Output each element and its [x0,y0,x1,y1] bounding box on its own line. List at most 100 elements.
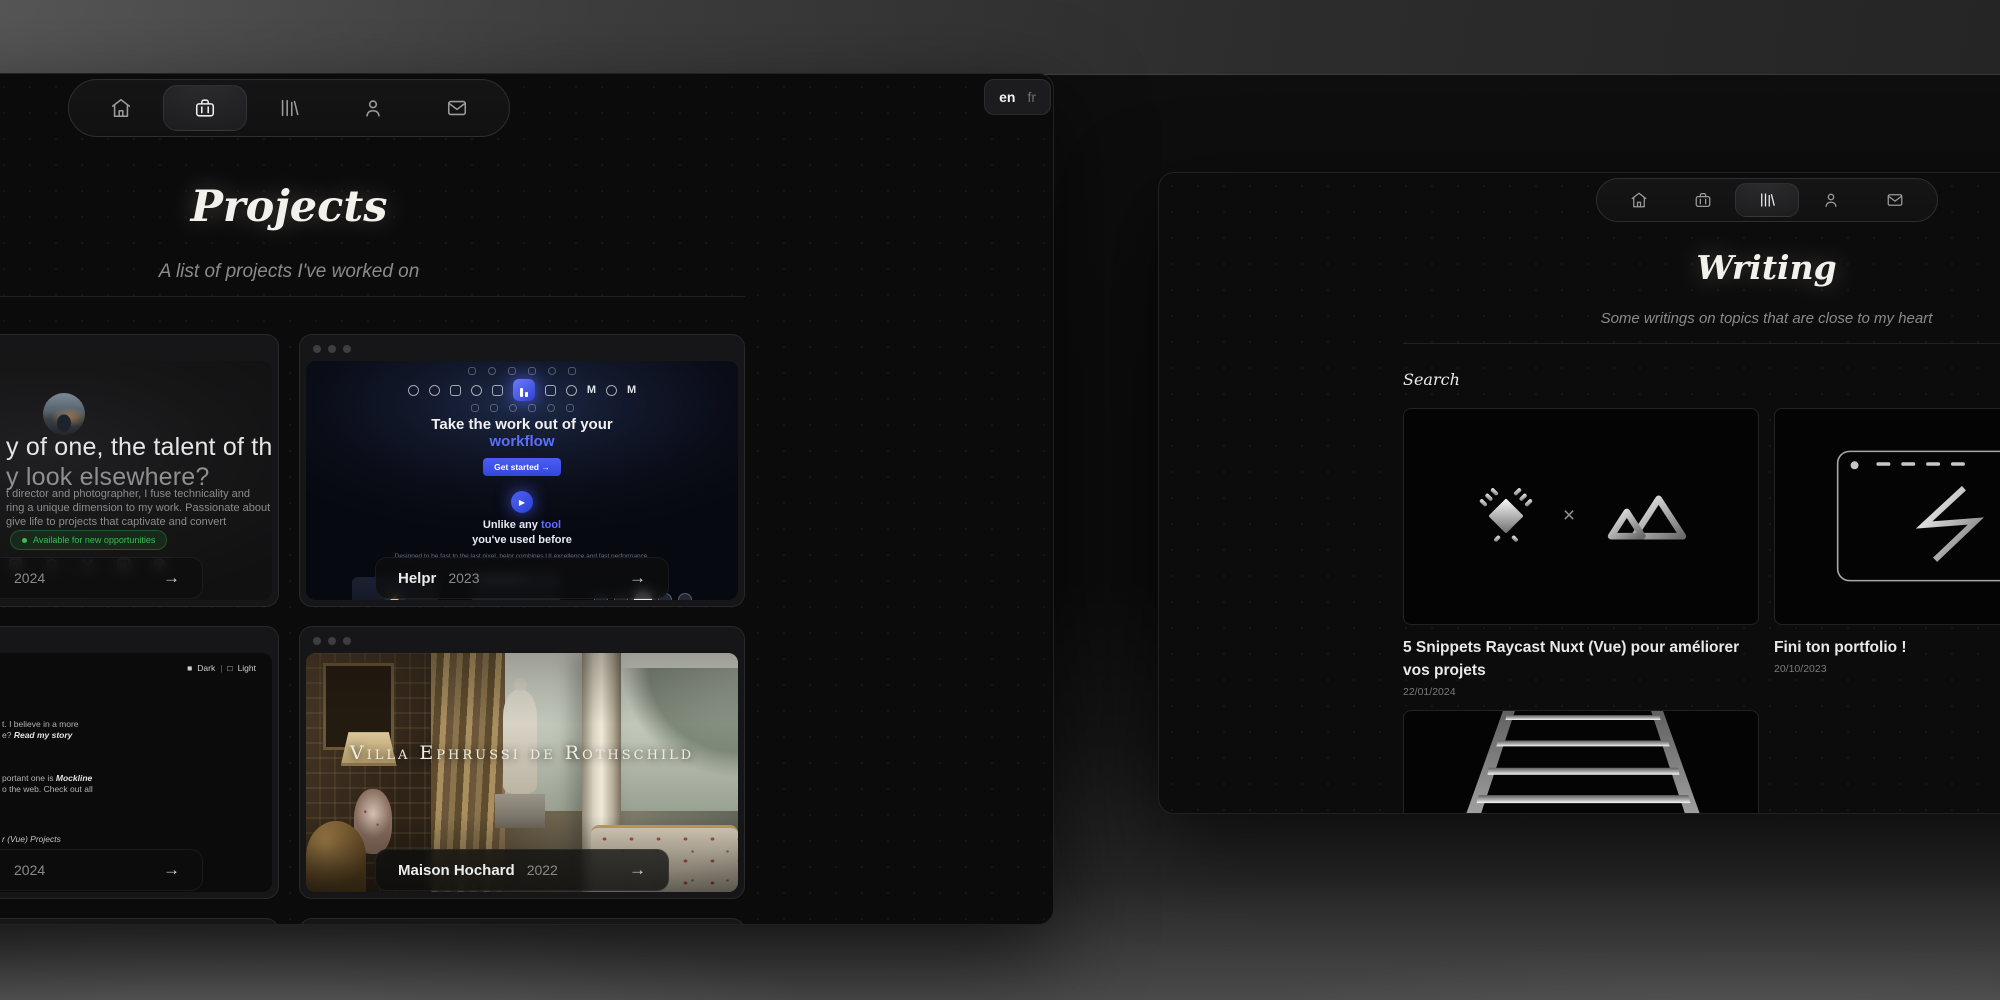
project-card-clipped[interactable] [0,918,279,925]
project-year: 2023 [448,570,479,586]
user-icon [362,97,384,119]
header-divider [0,296,745,297]
get-started-button[interactable]: Get started → [483,458,561,476]
post-fini-ton-portfolio[interactable]: Fini ton portfolio ! 20/10/2023 [1774,408,2000,698]
app-icon-row [471,404,574,412]
browser-bolt-icon [1775,408,2000,625]
project-year: 2024 [14,570,45,586]
play-icon: ▶ [519,498,525,507]
arrow-right-icon[interactable]: → [629,860,646,880]
card-footer[interactable]: 2024 → [0,849,203,891]
user-icon [1822,191,1840,209]
nuxt-logo-icon [1599,485,1695,547]
profile-bio-line: ring a unique dimension to my work. Pass… [6,502,270,514]
helpr-hero-title: Take the work out of your workflow [431,417,612,450]
status-dot-icon [22,538,27,543]
cross-icon: × [1563,504,1575,528]
nav-writing[interactable] [1735,183,1799,217]
header-divider [1403,343,2000,344]
app-icon [450,385,461,396]
post-raycast-nuxt[interactable]: × 5 Snippets Raycast Nuxt (Vue) pour amé… [1403,408,1759,698]
ladder-art-icon [1404,710,1758,814]
project-card-story[interactable]: ■ Dark | □ Light t. I believe in a more … [0,626,279,899]
profile-bio-line: give life to projects that captivate and… [6,516,226,528]
project-title: Maison Hochard [398,862,515,879]
app-icon [492,385,503,396]
traffic-lights-icon [313,345,351,353]
main-nav [1596,178,1938,222]
language-switcher: en fr [984,79,1051,115]
read-my-story-link[interactable]: Read my story [14,730,73,740]
background-top-band [0,0,2000,75]
lang-en-button[interactable]: en [999,89,1015,105]
app-icon [545,385,556,396]
nav-projects[interactable] [1671,183,1735,217]
project-card-profile[interactable]: y of one, the talent of three y look els… [0,334,279,607]
card-footer[interactable]: Helpr 2023 → [375,557,669,599]
desktop: en fr Projects [0,0,2000,1000]
app-icon [568,367,576,375]
app-icon [509,404,517,412]
nav-contact[interactable] [415,85,499,131]
lang-fr-button[interactable]: fr [1027,89,1036,105]
post-date: 20/10/2023 [1774,663,2000,675]
page-title: Writing [1403,248,2000,288]
theme-toggle[interactable]: ■ Dark | □ Light [187,663,256,673]
story-text-fragment: o the web. Check out all [2,784,93,794]
post-title[interactable]: Fini ton portfolio ! [1774,636,2000,659]
avatar [43,393,85,435]
posts-grid: × 5 Snippets Raycast Nuxt (Vue) pour amé… [1403,408,2000,814]
app-icon [566,404,574,412]
nav-home[interactable] [1607,183,1671,217]
post-cover [1403,710,1759,814]
app-icon [547,404,555,412]
app-icon [508,367,516,375]
project-card-whats-new[interactable]: What's New [299,918,745,925]
project-year: 2024 [14,862,45,878]
arrow-right-icon[interactable]: → [163,860,180,880]
page-subtitle: A list of projects I've worked on [0,261,745,283]
page-title: Projects [0,183,745,232]
search-label[interactable]: Search [1403,370,2000,389]
mockline-link[interactable]: Mockline [56,773,92,783]
project-card-helpr[interactable]: M M Take the work out of your workflow G… [299,334,745,607]
story-text-fragment: t. I believe in a more [2,719,79,729]
light-square-icon: □ [227,663,232,673]
nav-home[interactable] [79,85,163,131]
card-footer[interactable]: Maison Hochard 2022 → [375,849,669,891]
card-footer[interactable]: 2024 → [0,557,203,599]
arrow-right-icon[interactable]: → [629,568,646,588]
mail-icon [446,97,468,119]
play-button[interactable]: ▶ [511,491,533,513]
library-icon [278,97,300,119]
home-icon [1630,191,1648,209]
app-icon [468,367,476,375]
nav-writing[interactable] [247,85,331,131]
story-text-fragment: portant one is Mockline [2,773,92,783]
library-icon [1758,191,1776,209]
arrow-right-icon[interactable]: → [163,568,180,588]
app-icon-row: M M [408,379,636,401]
app-icon [429,385,440,396]
gmail-icon: M [627,385,636,396]
briefcase-icon [1694,191,1712,209]
nav-about[interactable] [1799,183,1863,217]
nav-about[interactable] [331,85,415,131]
project-card-maison[interactable]: Villa Ephrussi de Rothschild Maison Hoch… [299,626,745,899]
profile-headline: y of one, the talent of three [6,433,272,462]
nav-projects[interactable] [163,85,247,131]
post-cover [1774,408,2000,625]
app-icon [606,385,617,396]
main-nav [68,79,510,137]
app-icon [528,367,536,375]
post-title[interactable]: 5 Snippets Raycast Nuxt (Vue) pour améli… [1403,636,1759,682]
mail-icon [1886,191,1904,209]
profile-bio-line: t director and photographer, I fuse tech… [6,488,250,500]
dark-square-icon: ■ [187,663,192,673]
post-cover: × [1403,408,1759,625]
project-title: Helpr [398,570,436,587]
app-icon [471,385,482,396]
nav-contact[interactable] [1863,183,1927,217]
post-ladder[interactable] [1403,710,1759,814]
app-icon [488,367,496,375]
